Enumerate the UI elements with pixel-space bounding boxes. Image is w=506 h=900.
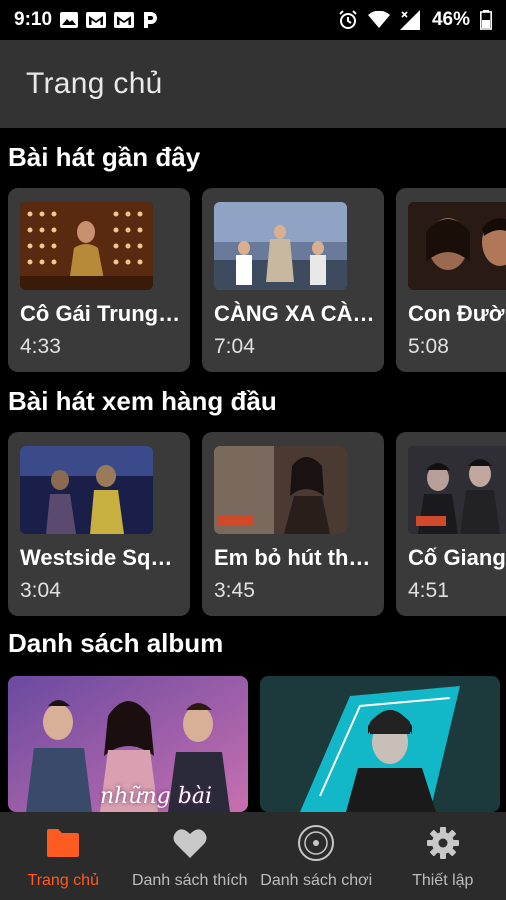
song-duration: 5:08 bbox=[408, 335, 449, 358]
status-bar: 9:10 46% bbox=[0, 0, 506, 40]
page-title: Trang chủ bbox=[26, 67, 163, 100]
nav-item-home[interactable]: Trang chủ bbox=[0, 812, 127, 900]
section-title-recent: Bài hát gần đây bbox=[8, 142, 201, 172]
disc-icon bbox=[297, 824, 335, 862]
song-duration: 3:04 bbox=[20, 579, 61, 602]
song-thumbnail bbox=[408, 446, 506, 534]
song-thumbnail bbox=[214, 446, 347, 534]
bottom-navigation: Trang chủ Danh sách thích Danh sách chơi bbox=[0, 812, 506, 900]
heart-icon bbox=[173, 824, 207, 862]
song-card[interactable]: Cô Gái Trung Hoa 4:33 bbox=[8, 188, 190, 372]
battery-percent: 46% bbox=[431, 9, 470, 30]
song-title: Cố Giang Tình bbox=[408, 545, 506, 570]
nav-label: Danh sách chơi bbox=[260, 872, 373, 889]
recent-songs-row[interactable]: Cô Gái Trung Hoa 4:33 CÀNG XA CÀNG NHỚ 7… bbox=[8, 188, 506, 372]
section-title-top: Bài hát xem hàng đầu bbox=[8, 386, 277, 416]
album-card[interactable]: những bài bbox=[8, 676, 248, 812]
p-icon bbox=[142, 11, 158, 29]
nav-item-playlists[interactable]: Danh sách chơi bbox=[253, 812, 380, 900]
nav-label: Danh sách thích bbox=[131, 872, 248, 889]
wifi-icon bbox=[367, 11, 390, 29]
song-thumbnail bbox=[214, 202, 347, 290]
song-thumbnail bbox=[408, 202, 506, 290]
nav-item-favorites[interactable]: Danh sách thích bbox=[127, 812, 254, 900]
song-card[interactable]: Con Đường 5:08 bbox=[396, 188, 506, 372]
app-bar: Trang chủ bbox=[0, 40, 506, 128]
song-title: Cô Gái Trung Hoa bbox=[20, 301, 184, 326]
folder-icon bbox=[45, 824, 81, 862]
song-title: Em bỏ hút thuốc bbox=[214, 545, 378, 570]
song-title: Westside Squad bbox=[20, 545, 184, 570]
song-card[interactable]: CÀNG XA CÀNG NHỚ 7:04 bbox=[202, 188, 384, 372]
alarm-icon bbox=[338, 10, 358, 30]
song-thumbnail bbox=[20, 446, 153, 534]
gmail-icon bbox=[86, 12, 107, 28]
home-content[interactable]: Bài hát gần đây Cô Gái Trung Hoa bbox=[0, 128, 506, 812]
status-time: 9:10 bbox=[14, 9, 53, 30]
song-title: CÀNG XA CÀNG NHỚ bbox=[214, 301, 378, 326]
top-songs-row[interactable]: Westside Squad 3:04 Em bỏ hút thuốc 3:45 bbox=[8, 432, 506, 616]
album-card[interactable] bbox=[260, 676, 500, 812]
song-duration: 3:45 bbox=[214, 579, 255, 602]
song-duration: 7:04 bbox=[214, 335, 255, 358]
album-cover-text: những bài bbox=[100, 784, 212, 809]
song-title: Con Đường bbox=[408, 301, 506, 326]
nav-item-settings[interactable]: Thiết lập bbox=[380, 812, 506, 900]
song-card[interactable]: Cố Giang Tình 4:51 bbox=[396, 432, 506, 616]
gear-icon bbox=[426, 824, 460, 862]
nav-label: Trang chủ bbox=[27, 872, 99, 889]
song-thumbnail bbox=[20, 202, 153, 290]
image-icon bbox=[60, 12, 79, 28]
nav-label: Thiết lập bbox=[412, 872, 474, 889]
song-duration: 4:51 bbox=[408, 579, 449, 602]
battery-icon bbox=[480, 10, 492, 30]
song-card[interactable]: Em bỏ hút thuốc 3:45 bbox=[202, 432, 384, 616]
song-card[interactable]: Westside Squad 3:04 bbox=[8, 432, 190, 616]
gmail-icon bbox=[114, 12, 135, 28]
section-title-albums: Danh sách album bbox=[8, 628, 224, 658]
song-duration: 4:33 bbox=[20, 335, 61, 358]
signal-icon bbox=[399, 10, 422, 30]
